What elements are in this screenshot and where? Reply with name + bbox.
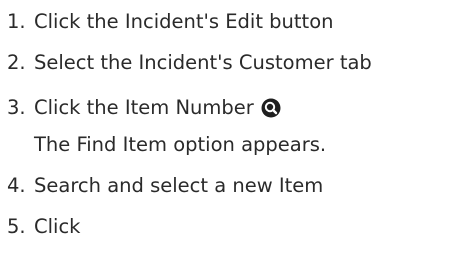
step-2: 2. Select the Incident's Customer tab	[0, 49, 372, 77]
step-3-note: The Find Item option appears.	[34, 133, 327, 156]
step-number: 3.	[7, 96, 26, 119]
step-text: Click the Incident's Edit button	[34, 10, 334, 33]
step-number: 2.	[7, 51, 26, 74]
step-text: Click the Item Number	[34, 96, 254, 119]
step-text: Search and select a new Item	[34, 174, 324, 197]
step-text: Select the Incident's Customer tab	[34, 51, 372, 74]
step-1: 1. Click the Incident's Edit button	[0, 8, 334, 36]
step-text: Click	[34, 215, 81, 238]
step-4: 4. Search and select a new Item	[0, 172, 323, 200]
step-5: 5. Click	[0, 213, 80, 241]
step-number: 5.	[7, 215, 26, 238]
step-number: 1.	[7, 10, 26, 33]
step-number: 4.	[7, 174, 26, 197]
search-icon	[261, 98, 281, 118]
step-3: 3. Click the Item Number	[0, 94, 281, 122]
